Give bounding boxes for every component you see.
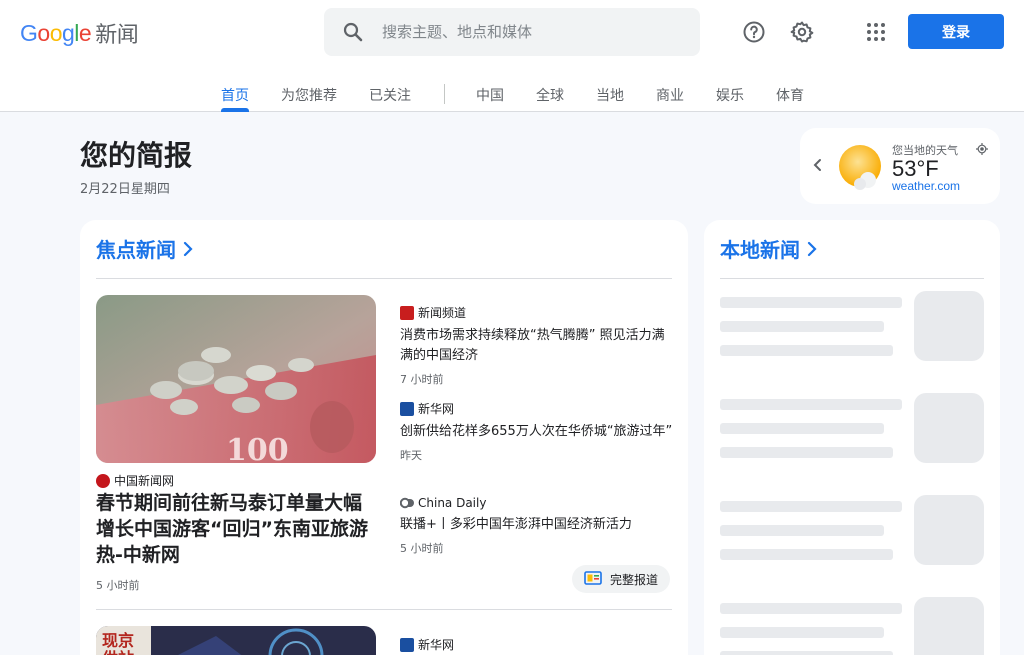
help-icon[interactable]: [738, 16, 770, 48]
full-coverage-label: 完整报道: [610, 572, 659, 587]
svg-text:供站: 供站: [101, 649, 134, 655]
top-stories-heading[interactable]: 焦点新闻: [96, 234, 194, 263]
tab-divider: [444, 84, 445, 104]
hero-story-time: 5 小时前: [96, 579, 140, 592]
logo-letter: g: [61, 19, 75, 46]
item-source[interactable]: China Daily: [400, 496, 676, 510]
partly-sunny-icon: [838, 144, 886, 197]
item-source[interactable]: 新闻频道: [400, 304, 676, 321]
logo-letter: G: [20, 19, 38, 46]
nav-tabs: 首页 为您推荐 已关注 中国 全球 当地 商业 娱乐 体育: [0, 80, 1024, 112]
top-stories-card: 焦点新闻 100 中国新闻网 春节期间前往新马泰订单量大幅增长中国游客“回归”东…: [80, 220, 688, 655]
logo-letter: e: [78, 19, 92, 46]
local-news-card: 本地新闻: [704, 220, 1000, 655]
chevron-left-icon[interactable]: [812, 158, 824, 177]
tab-world[interactable]: 全球: [536, 85, 564, 112]
divider: [720, 278, 984, 279]
item-time: 昨天: [400, 449, 422, 462]
list-item[interactable]: 新华网 创新供给花样多655万人次在华侨城“旅游过年” 昨天: [400, 400, 676, 463]
source-name: 中国新闻网: [114, 474, 175, 488]
source-logo-icon: [400, 401, 414, 416]
hero-source[interactable]: 中国新闻网: [96, 472, 174, 489]
product-name: 新闻: [95, 23, 139, 48]
briefing-date: 2月22日星期四: [80, 182, 170, 197]
local-news-heading[interactable]: 本地新闻: [720, 234, 818, 263]
weather-source-link[interactable]: weather.com: [892, 179, 960, 193]
source-logo-icon: [400, 496, 414, 510]
source-name: 新闻频道: [418, 306, 467, 320]
list-item[interactable]: China Daily 联播+丨多彩中国年澎湃中国经济新活力 5 小时前: [400, 496, 676, 556]
hero-story-image[interactable]: 100: [96, 295, 376, 463]
item-time: 7 小时前: [400, 373, 444, 386]
tab-for-you[interactable]: 为您推荐: [281, 85, 337, 112]
divider: [96, 278, 672, 279]
list-item[interactable]: 新闻频道 消费市场需求持续释放“热气腾腾” 照见活力满满的中国经济 7 小时前: [400, 304, 676, 387]
local-news-heading-label: 本地新闻: [720, 238, 800, 262]
item-title[interactable]: 联播+丨多彩中国年澎湃中国经济新活力: [400, 515, 676, 535]
tab-china[interactable]: 中国: [476, 85, 504, 112]
item-title[interactable]: 创新供给花样多655万人次在华侨城“旅游过年”: [400, 422, 676, 442]
google-news-logo[interactable]: Google 新闻: [20, 18, 139, 49]
tab-sports[interactable]: 体育: [776, 85, 804, 112]
weather-widget[interactable]: 您当地的天气 53°F weather.com: [800, 128, 1000, 204]
item-source[interactable]: 新华网: [400, 636, 454, 653]
source-logo-icon: [400, 305, 414, 320]
full-coverage-icon: [584, 570, 602, 588]
logo-letter: o: [49, 19, 63, 46]
tab-local[interactable]: 当地: [596, 85, 624, 112]
top-bar: Google 新闻 登录 首页 为您推荐 已关注 中国 全球 当地 商业 娱乐 …: [0, 0, 1024, 112]
search-icon[interactable]: [341, 20, 365, 44]
svg-text:100: 100: [226, 433, 289, 463]
tab-business[interactable]: 商业: [656, 85, 684, 112]
location-icon[interactable]: [976, 142, 988, 160]
gear-icon[interactable]: [786, 16, 818, 48]
full-coverage-button[interactable]: 完整报道: [572, 565, 671, 593]
source-name: 新华网: [418, 638, 455, 652]
item-source[interactable]: 新华网: [400, 400, 676, 417]
search-box[interactable]: [324, 8, 700, 56]
chevron-right-icon: [806, 241, 818, 257]
search-input[interactable]: [382, 23, 682, 41]
login-button[interactable]: 登录: [908, 14, 1004, 49]
chevron-right-icon: [182, 241, 194, 257]
apps-grid-icon[interactable]: [860, 16, 892, 48]
source-logo-icon: [400, 637, 414, 652]
page-title: 您的简报: [80, 139, 193, 172]
item-time: 5 小时前: [400, 542, 444, 555]
top-stories-heading-label: 焦点新闻: [96, 238, 176, 262]
logo-letter: o: [37, 19, 50, 46]
source-name: China Daily: [418, 496, 487, 510]
source-logo-icon: [96, 473, 110, 488]
tab-entertainment[interactable]: 娱乐: [716, 85, 744, 112]
divider: [96, 609, 672, 610]
tab-home[interactable]: 首页: [221, 85, 249, 112]
next-story-image[interactable]: 现京 供站: [96, 626, 376, 655]
svg-text:现京: 现京: [102, 631, 134, 650]
tab-following[interactable]: 已关注: [369, 85, 411, 112]
hero-story-title[interactable]: 春节期间前往新马泰订单量大幅增长中国游客“回归”东南亚旅游热-中新网: [96, 490, 380, 568]
item-title[interactable]: 消费市场需求持续释放“热气腾腾” 照见活力满满的中国经济: [400, 326, 676, 366]
source-name: 新华网: [418, 402, 455, 416]
